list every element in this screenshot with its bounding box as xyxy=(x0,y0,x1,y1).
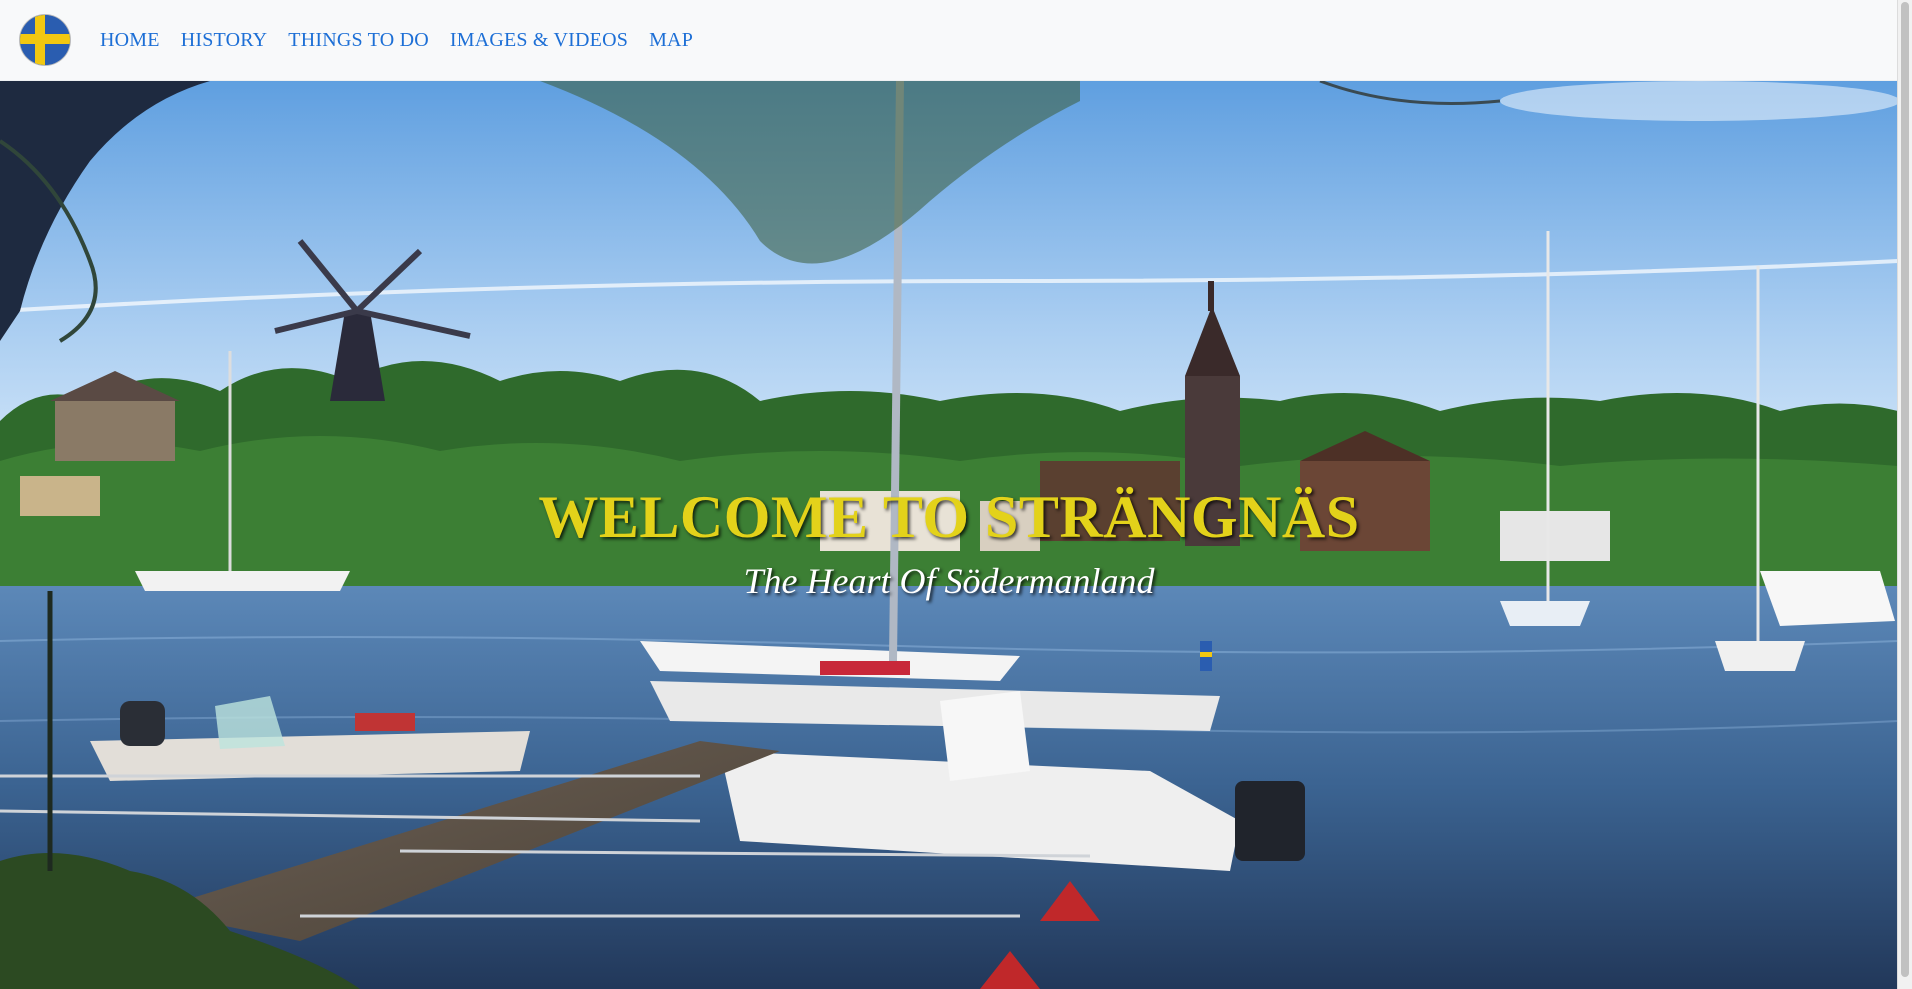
nav-link-images-videos[interactable]: IMAGES & VIDEOS xyxy=(450,29,628,52)
nav-link-history[interactable]: HISTORY xyxy=(181,29,268,52)
hero-subtitle: The Heart Of Södermanland xyxy=(743,561,1155,601)
top-navbar: HOME HISTORY THINGS TO DO IMAGES & VIDEO… xyxy=(0,0,1898,81)
hero-title: WELCOME TO STRÄNGNÄS xyxy=(538,484,1360,550)
swedish-flag-icon[interactable] xyxy=(20,15,70,65)
nav-links: HOME HISTORY THINGS TO DO IMAGES & VIDEO… xyxy=(100,29,714,52)
scrollbar-thumb[interactable] xyxy=(1901,2,1909,977)
nav-link-map[interactable]: MAP xyxy=(649,29,693,52)
nav-link-things-to-do[interactable]: THINGS TO DO xyxy=(288,29,429,52)
hero-section: WELCOME TO STRÄNGNÄS The Heart Of Söderm… xyxy=(0,81,1898,989)
nav-link-home[interactable]: HOME xyxy=(100,29,160,52)
vertical-scrollbar[interactable] xyxy=(1897,0,1912,989)
